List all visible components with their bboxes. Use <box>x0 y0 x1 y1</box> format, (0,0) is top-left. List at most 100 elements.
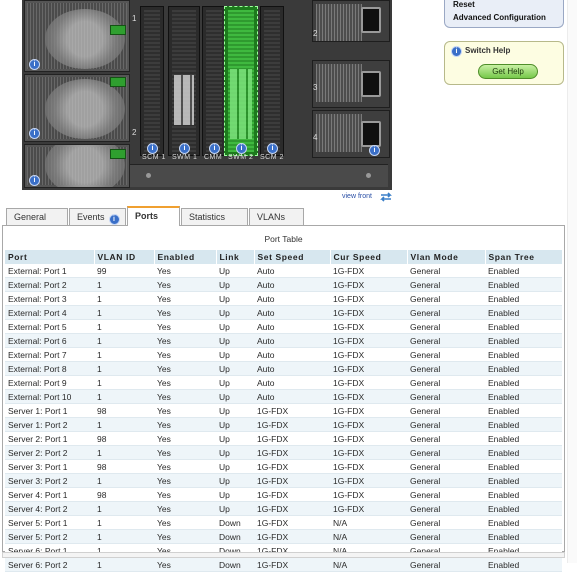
table-row[interactable]: Server 6: Port 2 1 Yes Down 1G-FDX N/A General… <box>5 557 562 572</box>
table-cell: Enabled <box>485 557 562 572</box>
table-row[interactable]: External: Port 6 1 Yes Up Auto 1G-FDX General E… <box>5 333 562 348</box>
info-icon[interactable]: i <box>369 145 380 156</box>
slot-label-scm-2: SCM 2 <box>260 154 284 161</box>
column-header-set-speed[interactable]: Set Speed <box>254 250 331 264</box>
table-cell: Up <box>216 445 254 460</box>
table-cell: Yes <box>154 445 216 460</box>
get-help-button[interactable]: Get Help <box>478 64 538 79</box>
tab-label: General <box>14 212 47 222</box>
table-cell: External: Port 3 <box>5 291 94 306</box>
table-cell: 1G-FDX <box>254 445 330 460</box>
bay-number: 2 <box>313 29 318 38</box>
table-row[interactable]: Server 1: Port 2 1 Yes Up 1G-FDX 1G-FDX Genera… <box>5 417 562 432</box>
cmm-module[interactable]: i <box>202 6 226 156</box>
table-row[interactable]: External: Port 3 1 Yes Up Auto 1G-FDX General E… <box>5 291 562 306</box>
fan-module-1[interactable]: i <box>24 0 130 72</box>
table-row[interactable]: External: Port 2 1 Yes Up Auto 1G-FDX General E… <box>5 277 562 292</box>
table-cell: 1G-FDX <box>330 264 407 278</box>
table-row[interactable]: External: Port 9 1 Yes Up Auto 1G-FDX General E… <box>5 375 562 390</box>
info-icon[interactable]: i <box>29 128 40 139</box>
table-cell: 1 <box>94 515 154 530</box>
table-cell: General <box>407 347 485 362</box>
table-cell: General <box>407 515 485 530</box>
view-front-link[interactable]: view front <box>342 193 372 200</box>
table-row[interactable]: External: Port 8 1 Yes Up Auto 1G-FDX General E… <box>5 361 562 376</box>
table-cell: Yes <box>154 389 216 404</box>
info-icon[interactable]: i <box>267 143 278 154</box>
info-icon[interactable]: i <box>29 59 40 70</box>
bay-number: 4 <box>313 133 318 142</box>
swm-1-module[interactable]: i <box>168 6 200 156</box>
table-cell: Enabled <box>485 487 562 502</box>
table-cell: Up <box>216 264 254 278</box>
info-icon[interactable]: i <box>179 143 190 154</box>
table-cell: Enabled <box>485 291 562 306</box>
table-cell: Yes <box>154 291 216 306</box>
table-cell: General <box>407 501 485 516</box>
table-row[interactable]: External: Port 7 1 Yes Up Auto 1G-FDX General E… <box>5 347 562 362</box>
table-cell: External: Port 4 <box>5 305 94 320</box>
tab-statistics[interactable]: Statistics <box>181 208 248 225</box>
table-cell: 1G-FDX <box>254 473 330 488</box>
table-row[interactable]: Server 3: Port 2 1 Yes Up 1G-FDX 1G-FDX Genera… <box>5 473 562 488</box>
chassis-graphic[interactable]: i i i 1 2 i i i i i SCM 1 SWM 1 CMM SWM … <box>22 0 392 190</box>
table-cell: Server 2: Port 1 <box>5 431 94 446</box>
table-cell: 1 <box>94 417 154 432</box>
table-cell: Server 4: Port 2 <box>5 501 94 516</box>
table-row[interactable]: Server 5: Port 2 1 Yes Down 1G-FDX N/A General… <box>5 529 562 544</box>
column-header-vlan-id[interactable]: VLAN ID <box>94 250 155 264</box>
info-icon[interactable]: i <box>236 143 247 154</box>
table-cell: Server 2: Port 2 <box>5 445 94 460</box>
column-header-link[interactable]: Link <box>216 250 255 264</box>
table-cell: 1G-FDX <box>330 277 407 292</box>
tab-general[interactable]: General <box>6 208 68 225</box>
table-row[interactable]: External: Port 10 1 Yes Up Auto 1G-FDX General… <box>5 389 562 404</box>
column-header-span-tree[interactable]: Span Tree <box>485 250 563 264</box>
info-icon[interactable]: i <box>147 143 158 154</box>
table-cell: 98 <box>94 431 154 446</box>
tab-ports[interactable]: Ports <box>127 206 180 226</box>
column-header-enabled[interactable]: Enabled <box>154 250 217 264</box>
power-supply-1[interactable]: 2 <box>312 0 390 42</box>
info-icon[interactable]: i <box>29 175 40 186</box>
switch-help-label: Switch Help <box>465 46 511 55</box>
table-row[interactable]: Server 4: Port 2 1 Yes Up 1G-FDX 1G-FDX Genera… <box>5 501 562 516</box>
rotate-arrows-icon[interactable] <box>379 191 393 203</box>
table-cell: Server 3: Port 2 <box>5 473 94 488</box>
table-row[interactable]: Server 3: Port 1 98 Yes Up 1G-FDX 1G-FDX Gener… <box>5 459 562 474</box>
reset-link[interactable]: Reset <box>445 0 563 11</box>
bay-number: 2 <box>132 128 137 137</box>
table-cell: 1G-FDX <box>330 403 407 418</box>
table-row[interactable]: External: Port 1 99 Yes Up Auto 1G-FDX General… <box>5 264 562 278</box>
table-row[interactable]: Server 2: Port 2 1 Yes Up 1G-FDX 1G-FDX Genera… <box>5 445 562 460</box>
table-cell: External: Port 10 <box>5 389 94 404</box>
column-header-port[interactable]: Port <box>5 250 95 264</box>
power-supply-2[interactable]: 3 <box>312 60 390 108</box>
horizontal-scrollbar[interactable] <box>2 552 565 558</box>
power-supply-3[interactable]: 4 i <box>312 110 390 158</box>
info-icon[interactable]: i <box>209 143 220 154</box>
fan-module-3[interactable]: i <box>24 144 130 188</box>
table-row[interactable]: External: Port 5 1 Yes Up Auto 1G-FDX General E… <box>5 319 562 334</box>
scm-1-module[interactable]: i <box>140 6 164 156</box>
table-cell: Enabled <box>485 375 562 390</box>
table-cell: N/A <box>330 557 407 572</box>
slot-label-cmm: CMM <box>204 154 223 161</box>
fan-lever <box>110 149 126 159</box>
table-cell: 1G-FDX <box>254 403 330 418</box>
tab-vlans[interactable]: VLANs <box>249 208 304 225</box>
table-row[interactable]: Server 2: Port 1 98 Yes Up 1G-FDX 1G-FDX Gener… <box>5 431 562 446</box>
table-row[interactable]: Server 5: Port 1 1 Yes Down 1G-FDX N/A General… <box>5 515 562 530</box>
column-header-vlan-mode[interactable]: Vlan Mode <box>407 250 486 264</box>
swm-2-module[interactable]: i <box>224 6 258 156</box>
table-cell: External: Port 7 <box>5 347 94 362</box>
table-row[interactable]: Server 1: Port 1 98 Yes Up 1G-FDX 1G-FDX Gener… <box>5 403 562 418</box>
scm-2-module[interactable]: i <box>260 6 284 156</box>
tab-events[interactable]: Events i <box>69 208 126 225</box>
table-cell: 98 <box>94 487 154 502</box>
table-row[interactable]: Server 4: Port 1 98 Yes Up 1G-FDX 1G-FDX Gener… <box>5 487 562 502</box>
column-header-cur-speed[interactable]: Cur Speed <box>330 250 408 264</box>
advanced-configuration-link[interactable]: Advanced Configuration <box>445 11 563 24</box>
fan-module-2[interactable]: i <box>24 74 130 142</box>
table-row[interactable]: External: Port 4 1 Yes Up Auto 1G-FDX General E… <box>5 305 562 320</box>
